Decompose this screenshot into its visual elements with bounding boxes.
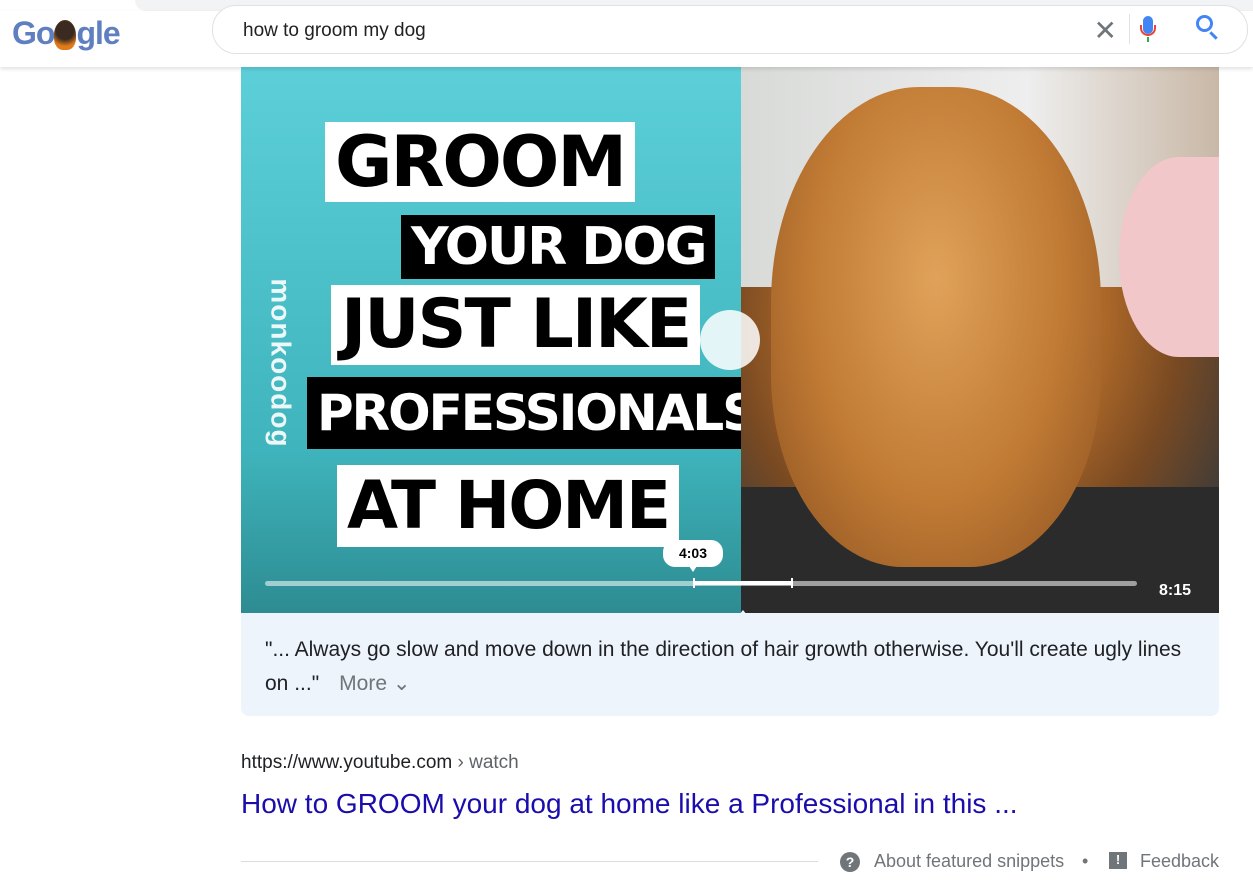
thumbnail-text: PROFESSIONALS [307,377,767,449]
search-box[interactable]: how to groom my dog ✕ [212,5,1248,54]
url-breadcrumb: › watch [452,752,519,773]
help-icon[interactable]: ? [840,852,860,872]
doodle-dog-icon [54,20,77,50]
google-doodle-logo[interactable]: Go gle [12,15,121,52]
feedback-icon[interactable]: ! [1109,852,1127,869]
clear-icon[interactable]: ✕ [1094,14,1117,47]
video-player[interactable]: monkoodog GROOM YOUR DOG JUST LIKE PROFE… [241,67,1219,613]
more-button[interactable]: More ⌄ [339,672,410,695]
dog-photo [741,67,1219,613]
brand-watermark: monkoodog [265,278,297,448]
featured-snippet-text: "... Always go slow and move down in the… [241,613,1219,716]
url-domain: https://www.youtube.com [241,752,453,773]
thumbnail-text: AT HOME [337,465,680,547]
timestamp-tooltip: 4:03 [663,540,723,572]
result-title-link[interactable]: How to GROOM your dog at home like a Pro… [241,788,1018,820]
divider [241,861,818,862]
thumbnail-background: monkoodog GROOM YOUR DOG JUST LIKE PROFE… [241,67,767,613]
thumbnail-text: YOUR DOG [401,215,716,279]
search-icon[interactable] [1196,15,1213,32]
highlighted-segment[interactable] [693,578,793,588]
separator-dot: • [1082,851,1089,871]
play-button[interactable] [700,310,760,370]
feedback-link[interactable]: Feedback [1140,851,1219,872]
microphone-icon[interactable] [1140,16,1156,42]
cocker-spaniel [771,87,1101,567]
snippet-caret [730,597,756,613]
video-progress-bar[interactable] [265,578,1137,588]
logo-text: Go [12,15,55,51]
result-url[interactable]: https://www.youtube.com › watch [241,752,519,774]
logo-text: gle [76,15,120,51]
video-duration: 8:15 [1159,582,1192,599]
thumbnail-text: JUST LIKE [331,285,701,365]
thumbnail-text: GROOM [325,122,636,202]
search-header: Go gle how to groom my dog ✕ [0,5,1253,67]
divider [1129,14,1130,44]
about-featured-snippets-link[interactable]: About featured snippets [874,851,1064,872]
search-input[interactable]: how to groom my dog [243,20,426,42]
